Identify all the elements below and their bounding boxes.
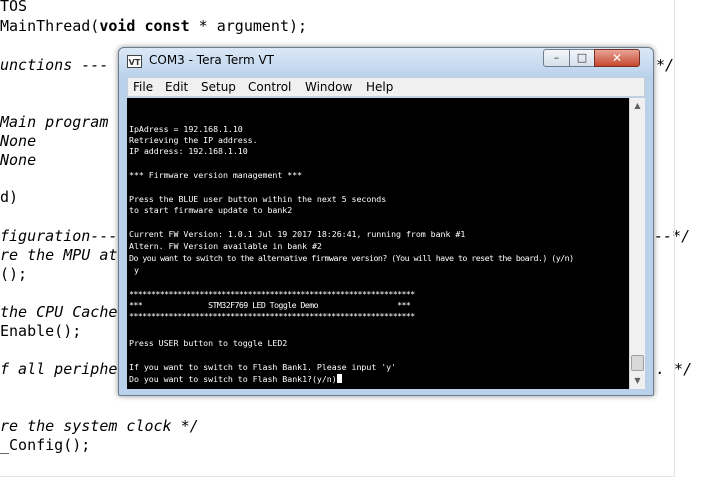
terminal-line: to start firmware update to bank2 <box>129 205 293 215</box>
code-line-tail: */ <box>656 56 675 74</box>
terminal-line: ****************************************… <box>129 311 415 321</box>
scroll-down-icon[interactable]: ▼ <box>630 373 645 389</box>
code-line: MainThread(void const * argument); <box>0 17 307 36</box>
code-line: the CPU Cache <box>0 303 118 321</box>
title-bar[interactable]: VT COM3 - Tera Term VT – □ ✕ <box>119 48 653 76</box>
code-line: None <box>0 151 37 169</box>
terminal-line: Do you want to switch to the alternative… <box>129 253 574 263</box>
terminal-output[interactable]: IpAdress = 192.168.1.10 Retrieving the I… <box>127 98 629 389</box>
code-line: Main program <box>0 113 109 131</box>
code-line: re the MPU at <box>0 246 118 264</box>
scroll-up-icon[interactable]: ▲ <box>630 98 645 114</box>
menu-edit[interactable]: Edit <box>165 79 188 95</box>
terminal-line: If you want to switch to Flash Bank1. Pl… <box>129 362 397 372</box>
text-cursor <box>336 374 342 383</box>
code-text: MainThread(void const * argument); <box>0 17 308 35</box>
menu-file[interactable]: File <box>133 79 153 95</box>
terminal-line: Press the BLUE user button within the ne… <box>129 194 387 204</box>
code-line: f all periphe <box>0 360 118 378</box>
terminal-prompt-line: Do you want to switch to Flash Bank1?(y/… <box>129 374 342 384</box>
minimize-button[interactable]: – <box>543 49 570 67</box>
terminal-line: Altern. FW Version available in bank #2 <box>129 241 322 251</box>
code-line: None <box>0 132 37 150</box>
code-line: unctions --- <box>0 56 109 74</box>
menu-help[interactable]: Help <box>366 79 393 95</box>
maximize-button[interactable]: □ <box>569 49 595 67</box>
code-line: d) <box>0 188 19 206</box>
vertical-scrollbar[interactable]: ▲ ▼ <box>629 98 645 389</box>
terminal-line: Current FW Version: 1.0.1 Jul 19 2017 18… <box>129 229 466 239</box>
scrollbar-thumb[interactable] <box>631 355 644 371</box>
terminal-line: IP address: 192.168.1.10 <box>129 146 248 156</box>
code-line: _Config(); <box>0 436 91 454</box>
code-line-tail: --*/ <box>654 227 691 245</box>
terminal-line: IpAdress = 192.168.1.10 <box>129 124 243 134</box>
code-line: (); <box>0 265 28 283</box>
terminal-line: Retrieving the IP address. <box>129 135 258 145</box>
menu-window[interactable]: Window <box>305 79 352 95</box>
terminal-line: *** Firmware version management *** <box>129 170 303 180</box>
menu-setup[interactable]: Setup <box>201 79 236 95</box>
tera-term-window[interactable]: VT COM3 - Tera Term VT – □ ✕ File Edit S… <box>118 47 654 396</box>
close-button[interactable]: ✕ <box>594 49 640 67</box>
menu-control[interactable]: Control <box>248 79 291 95</box>
tera-term-app-icon: VT <box>127 55 142 68</box>
code-line: TOS <box>0 0 28 15</box>
window-title: COM3 - Tera Term VT <box>149 53 274 67</box>
terminal-prompt: Do you want to switch to Flash Bank1?(y/… <box>129 374 337 384</box>
terminal-line: y <box>129 265 139 275</box>
menu-bar: File Edit Setup Control Window Help <box>127 77 645 97</box>
code-line: re the system clock */ <box>0 417 199 435</box>
terminal-line: *** STM32F769 LED Toggle Demo *** <box>129 300 411 310</box>
code-line: Enable(); <box>0 322 82 340</box>
editor-ruler <box>674 0 675 477</box>
terminal-line: Press USER button to toggle LED2 <box>129 338 288 348</box>
code-line: figuration--- <box>0 227 118 245</box>
terminal-line: ****************************************… <box>129 289 415 299</box>
